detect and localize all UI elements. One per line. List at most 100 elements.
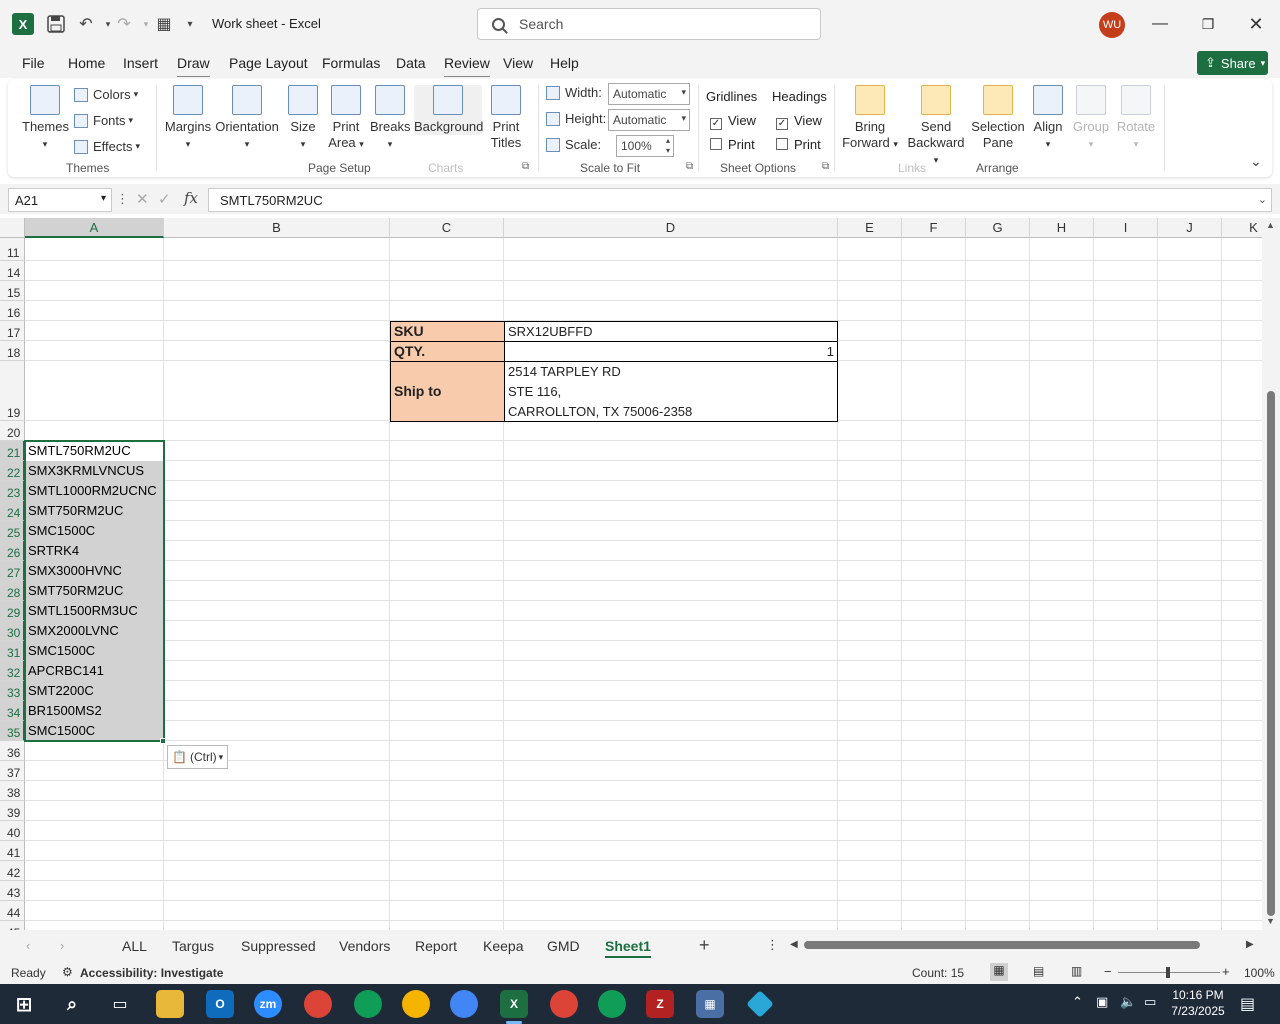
fonts-button[interactable]: Fonts ▾ <box>74 113 133 128</box>
row-header[interactable]: 24 <box>0 501 25 521</box>
row-header[interactable]: 16 <box>0 301 25 321</box>
row-header[interactable]: 34 <box>0 701 25 721</box>
row-header[interactable]: 15 <box>0 281 25 301</box>
zoom-slider-thumb[interactable] <box>1166 967 1170 978</box>
zoom-level[interactable]: 100% <box>1244 966 1275 980</box>
page-layout-view-icon[interactable]: ▤ <box>1033 964 1044 978</box>
tab-data[interactable]: Data <box>396 55 426 71</box>
prev-sheet-icon[interactable]: ‹ <box>26 938 30 953</box>
effects-button[interactable]: Effects ▾ <box>74 139 140 154</box>
ship-to-value[interactable]: 2514 TARPLEY RD STE 116, CARROLLTON, TX … <box>504 361 838 422</box>
colors-button[interactable]: Colors ▾ <box>74 87 138 102</box>
undo-icon[interactable]: ↶ <box>74 12 98 36</box>
row-header[interactable]: 33 <box>0 681 25 701</box>
headings-view-checkbox[interactable]: ✓ View <box>776 113 822 130</box>
gridlines-view-checkbox[interactable]: ✓ View <box>710 113 756 130</box>
bring-forward-button[interactable]: Bring Forward ▾ <box>840 85 900 152</box>
row-header[interactable]: 19 <box>0 361 25 421</box>
share-button[interactable]: ⇪ Share ▾ <box>1197 51 1268 75</box>
row-header[interactable]: 30 <box>0 621 25 641</box>
width-dropdown[interactable]: Automatic ▾ <box>608 83 690 105</box>
calculator-icon[interactable]: ▦ <box>696 990 724 1018</box>
calculator-icon[interactable]: ▦ <box>152 12 176 36</box>
row-header[interactable]: 26 <box>0 541 25 561</box>
row-header[interactable]: 41 <box>0 841 25 861</box>
save-icon[interactable] <box>44 12 68 36</box>
scroll-left-icon[interactable]: ◀ <box>790 939 798 950</box>
row-header[interactable]: 20 <box>0 421 25 441</box>
select-all-corner[interactable] <box>0 218 25 238</box>
row-header[interactable]: 42 <box>0 861 25 881</box>
file-explorer-icon[interactable] <box>156 990 184 1018</box>
vertical-scrollbar[interactable]: ▲ ▼ <box>1262 218 1280 930</box>
margins-button[interactable]: Margins ▾ <box>164 85 212 152</box>
task-view-icon[interactable]: ▭ <box>106 990 134 1018</box>
network-icon[interactable]: ▭ <box>1144 994 1156 1010</box>
column-header[interactable]: F <box>902 218 966 238</box>
sheet-tab[interactable]: Report <box>415 938 457 954</box>
tab-home[interactable]: Home <box>68 55 105 71</box>
sheet-tab[interactable]: Suppressed <box>241 938 316 954</box>
tab-draw[interactable]: Draw <box>177 55 210 77</box>
normal-view-icon[interactable]: ▦ <box>990 963 1008 981</box>
row-header[interactable]: 25 <box>0 521 25 541</box>
restore-icon[interactable]: ❐ <box>1196 12 1220 36</box>
more-sheets-icon[interactable]: ⋮ <box>766 937 779 953</box>
print-titles-button[interactable]: Print Titles <box>488 85 524 151</box>
sheet-tab[interactable]: ALL <box>122 938 147 954</box>
sku-value[interactable]: SRX12UBFFD <box>504 321 838 342</box>
accessibility-status[interactable]: Accessibility: Investigate <box>80 966 223 980</box>
vertical-scroll-thumb[interactable] <box>1267 391 1275 916</box>
align-button[interactable]: Align ▾ <box>1030 85 1066 152</box>
customize-toolbar-icon[interactable]: ▾ <box>178 12 202 36</box>
chrome-icon[interactable] <box>402 990 430 1018</box>
chrome-icon[interactable] <box>354 990 382 1018</box>
row-header[interactable]: 28 <box>0 581 25 601</box>
filezilla-icon[interactable]: Z <box>646 990 674 1018</box>
row-header[interactable]: 36 <box>0 741 25 761</box>
minimize-icon[interactable]: — <box>1148 12 1172 36</box>
tab-page-layout[interactable]: Page Layout <box>229 55 308 71</box>
app-icon[interactable] <box>746 990 774 1018</box>
tab-formulas[interactable]: Formulas <box>322 55 380 71</box>
chrome-icon[interactable] <box>598 990 626 1018</box>
row-header[interactable]: 45 <box>0 921 25 930</box>
row-header[interactable]: 35 <box>0 721 25 741</box>
chrome-icon[interactable] <box>450 990 478 1018</box>
collapse-ribbon-icon[interactable]: ⌄ <box>1250 153 1262 170</box>
row-header[interactable]: 38 <box>0 781 25 801</box>
scroll-down-icon[interactable]: ▼ <box>1266 916 1275 926</box>
row-header[interactable]: 17 <box>0 321 25 341</box>
notifications-icon[interactable]: ▤ <box>1240 994 1255 1014</box>
search-box[interactable]: Search <box>477 8 821 40</box>
formula-input[interactable]: SMTL750RM2UC ⌄ <box>208 188 1272 212</box>
page-break-view-icon[interactable]: ▥ <box>1071 964 1082 978</box>
group-button[interactable]: Group ▾ <box>1072 85 1110 152</box>
column-header[interactable]: A <box>25 218 164 238</box>
row-header[interactable]: 14 <box>0 261 25 281</box>
row-header[interactable]: 27 <box>0 561 25 581</box>
row-header[interactable]: 39 <box>0 801 25 821</box>
sheet-tab[interactable]: Targus <box>172 938 214 954</box>
more-options-icon[interactable]: ⋮ <box>116 191 129 207</box>
send-backward-button[interactable]: Send Backward ▾ <box>904 85 968 168</box>
worksheet-grid[interactable]: ABCDEFGHIJK 11 14 15 16 17 18 19 20 21 22 23 24 25 26… <box>0 218 1262 930</box>
background-button[interactable]: Background <box>414 85 483 135</box>
column-header[interactable]: D <box>504 218 838 238</box>
tab-view[interactable]: View <box>503 55 533 71</box>
tab-file[interactable]: File <box>22 55 45 71</box>
print-area-button[interactable]: Print Area ▾ <box>326 85 366 152</box>
qty-value[interactable]: 1 <box>504 341 838 362</box>
horizontal-scroll-thumb[interactable] <box>804 941 1200 949</box>
zoom-out-icon[interactable]: − <box>1104 964 1112 979</box>
tab-review[interactable]: Review <box>444 55 490 77</box>
orientation-button[interactable]: Orientation ▾ <box>214 85 280 152</box>
gridlines-print-checkbox[interactable]: Print <box>710 137 755 152</box>
row-header[interactable]: 21 <box>0 441 25 461</box>
sheet-tab[interactable]: Vendors <box>339 938 390 954</box>
tab-help[interactable]: Help <box>550 55 579 71</box>
rotate-button[interactable]: Rotate ▾ <box>1114 85 1158 152</box>
row-header[interactable]: 23 <box>0 481 25 501</box>
sheet-tab-active[interactable]: Sheet1 <box>605 938 651 958</box>
avatar[interactable]: WU <box>1099 12 1125 38</box>
